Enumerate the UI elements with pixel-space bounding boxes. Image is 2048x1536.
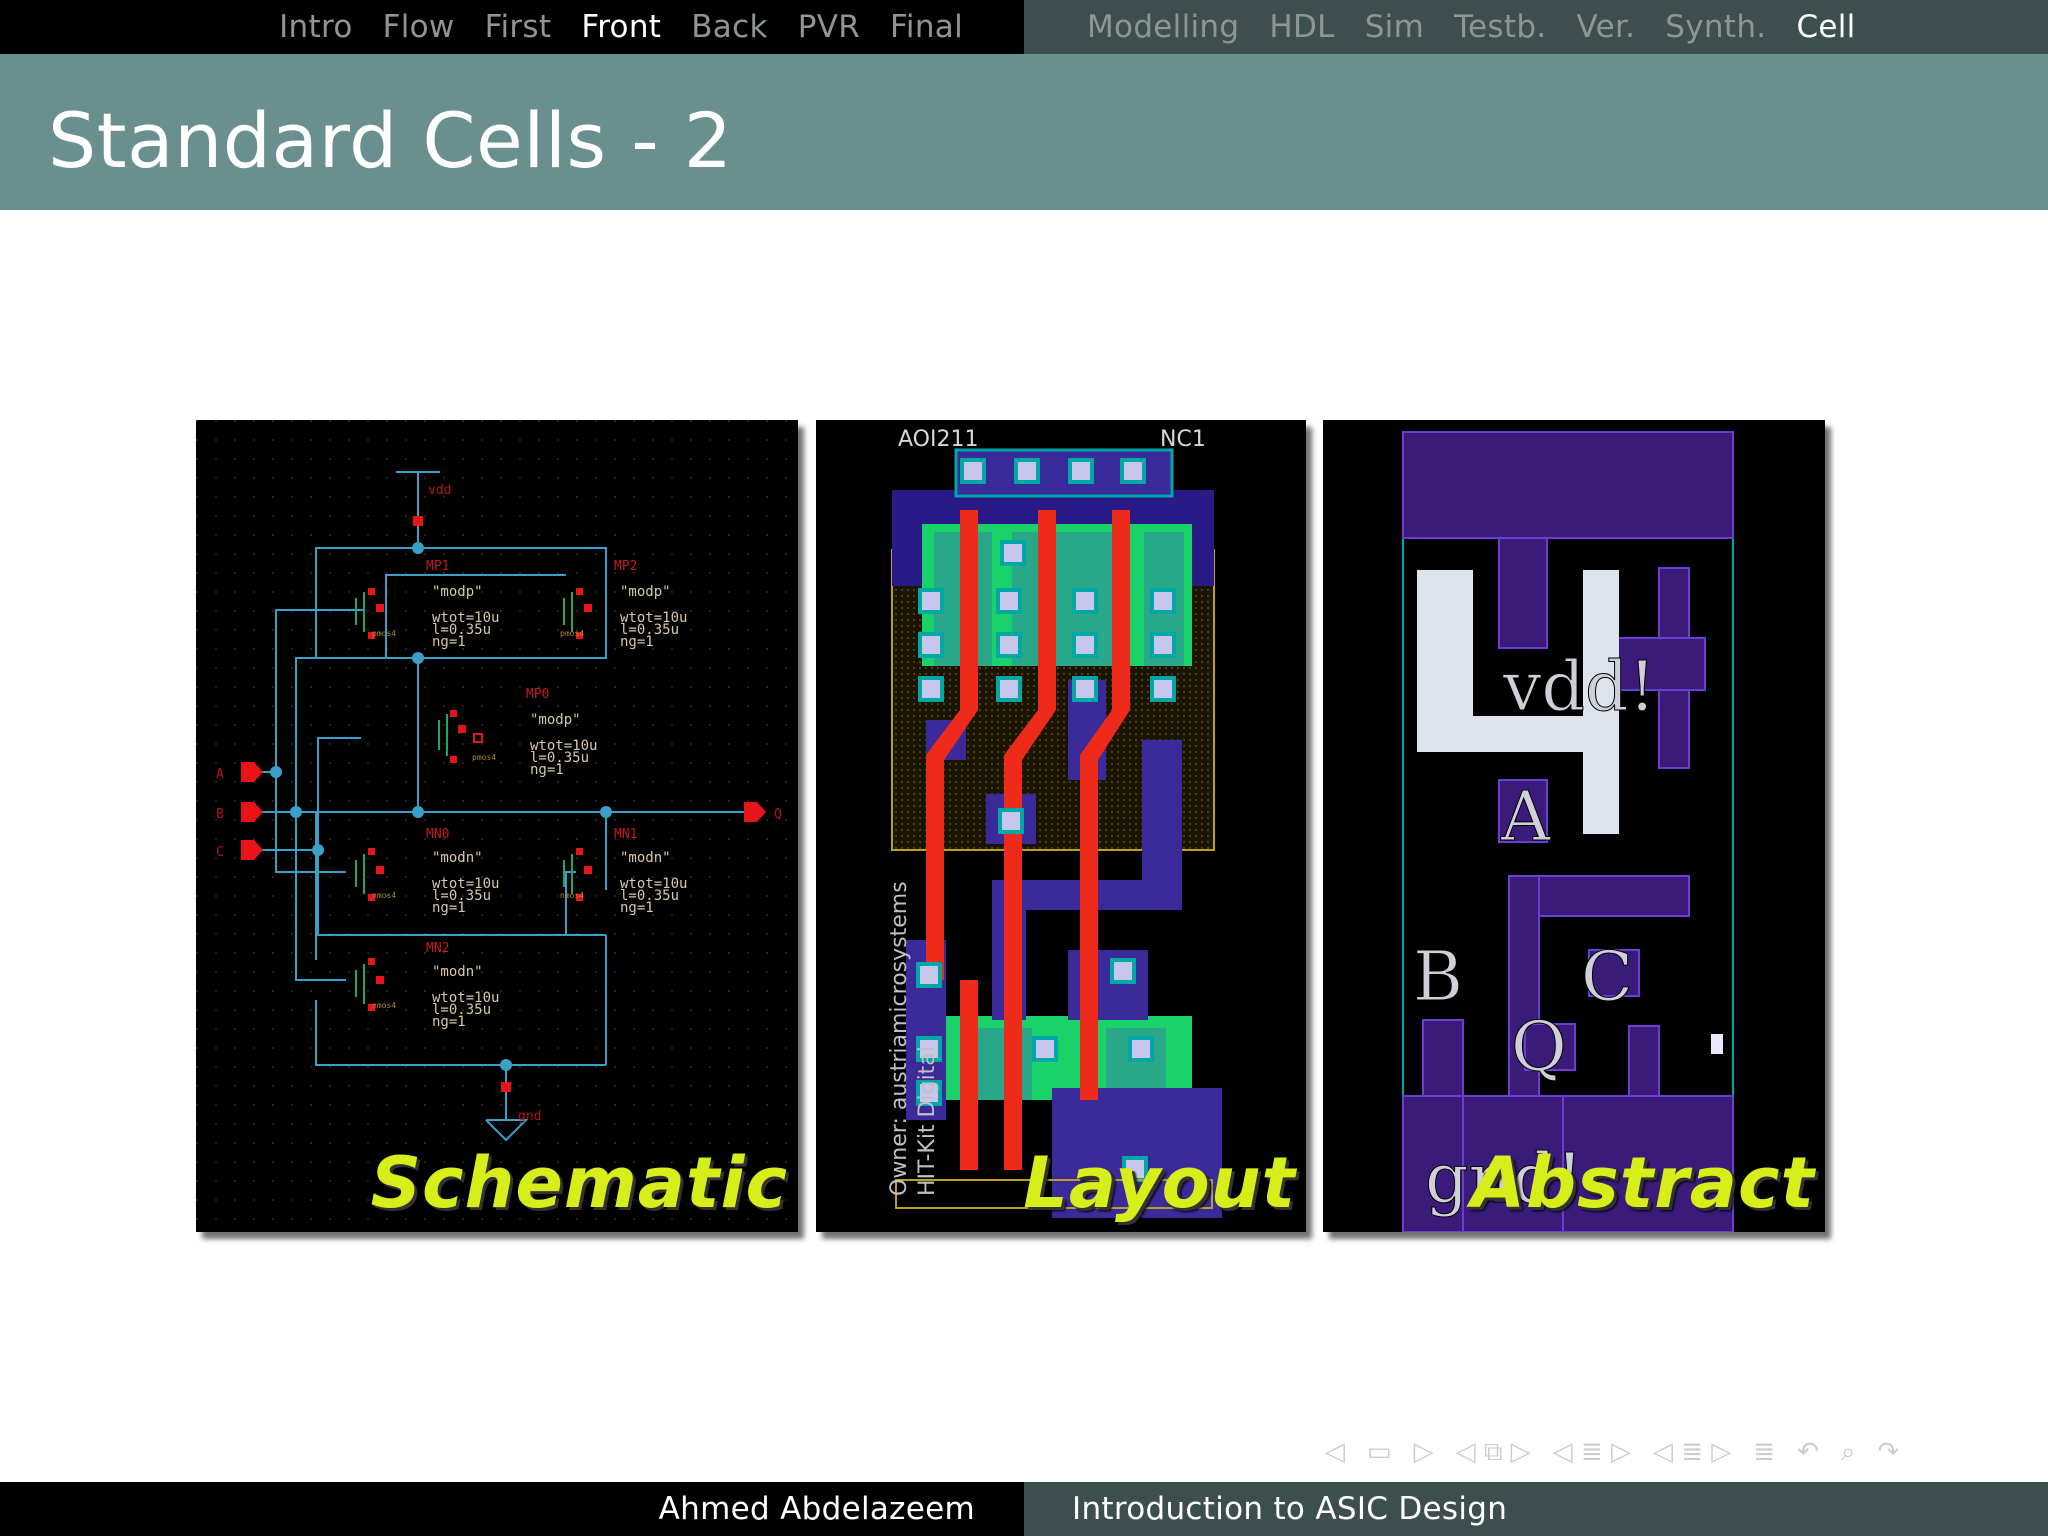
- svg-text:"modn": "modn": [432, 964, 483, 980]
- section-nav-left: Intro Flow First Front Back PVR Final: [0, 0, 1024, 54]
- nav-section-intro[interactable]: Intro: [279, 9, 352, 45]
- svg-text:pmos4: pmos4: [472, 753, 496, 762]
- marker: [1711, 1034, 1723, 1054]
- vdd-label: vdd: [428, 483, 451, 498]
- nav-section-back[interactable]: Back: [691, 9, 767, 45]
- kit-label: HIT-Kit Digital: [915, 1046, 940, 1196]
- svg-text:nmos4: nmos4: [560, 891, 584, 900]
- b-pin-label: B: [1413, 938, 1463, 1017]
- layout-drawing: AOI211 NC1 Owner: austriamicrosystems HI…: [887, 427, 1222, 1218]
- frame-icon[interactable]: ▭: [1367, 1437, 1392, 1467]
- mn1-label: MN1: [614, 827, 637, 842]
- nav-subsection-ver[interactable]: Ver.: [1576, 9, 1635, 45]
- svg-text:pmos4: pmos4: [560, 629, 584, 638]
- outline-icon[interactable]: ◁ ≣ ▷: [1653, 1437, 1731, 1467]
- redo-icon[interactable]: ↷: [1877, 1437, 1899, 1467]
- nav-subsection-cell[interactable]: Cell: [1796, 9, 1855, 45]
- corner-label: NC1: [1160, 427, 1206, 452]
- frame-title-band: Standard Cells - 2: [0, 54, 2048, 210]
- beamer-navigation-symbols: ◁ ▭ ▷ ◁ ⧉ ▷ ◁ ≣ ▷ ◁ ≣ ▷ ≣ ↶ ⌕ ↷: [1325, 1432, 2025, 1472]
- nav-section-front[interactable]: Front: [581, 9, 661, 45]
- grid-dots: [196, 420, 798, 1232]
- nav-subsection-modelling[interactable]: Modelling: [1087, 9, 1239, 45]
- owner-label: Owner: austriamicrosystems: [887, 881, 912, 1196]
- nav-section-flow[interactable]: Flow: [383, 9, 455, 45]
- schematic-caption: Schematic: [370, 1142, 788, 1224]
- svg-text:nmos4: nmos4: [372, 891, 396, 900]
- svg-text:ng=1: ng=1: [620, 634, 654, 650]
- abstract-drawing: vdd! A B C Q gnd!: [1402, 431, 1734, 1232]
- q-pin-label: Q: [1511, 1008, 1567, 1087]
- nav-section-final[interactable]: Final: [890, 9, 963, 45]
- mn0-label: MN0: [426, 827, 449, 842]
- layout-figure: AOI211 NC1 Owner: austriamicrosystems HI…: [816, 420, 1306, 1232]
- list-icon[interactable]: ≣: [1753, 1437, 1775, 1467]
- c-pin-label: C: [1581, 938, 1633, 1017]
- svg-text:ng=1: ng=1: [432, 900, 466, 916]
- section-icon[interactable]: ◁ ≣ ▷: [1553, 1437, 1631, 1467]
- svg-text:"modn": "modn": [620, 850, 671, 866]
- svg-text:ng=1: ng=1: [530, 762, 564, 778]
- svg-text:"modp": "modp": [620, 584, 671, 600]
- subsection-icon[interactable]: ◁ ⧉ ▷: [1456, 1437, 1531, 1468]
- nav-subsection-hdl[interactable]: HDL: [1269, 9, 1334, 45]
- footer-author-box: Ahmed Abdelazeem: [0, 1482, 1024, 1536]
- abstract-caption: Abstract: [1470, 1142, 1815, 1224]
- output-q-label: Q: [774, 807, 782, 822]
- input-a-label: A: [216, 767, 224, 782]
- mp2-label: MP2: [614, 559, 637, 574]
- svg-text:nmos4: nmos4: [372, 1001, 396, 1010]
- abstract-figure: vdd! A B C Q gnd! Abstract: [1323, 420, 1825, 1232]
- nav-subsection-synth[interactable]: Synth.: [1665, 9, 1766, 45]
- input-c-label: C: [216, 845, 224, 860]
- arrow-left-icon[interactable]: ◁: [1325, 1437, 1345, 1467]
- nav-subsection-sim[interactable]: Sim: [1365, 9, 1424, 45]
- footer-bar: Ahmed Abdelazeem Introduction to ASIC De…: [0, 1482, 2048, 1536]
- footer-author: Ahmed Abdelazeem: [658, 1491, 975, 1527]
- svg-text:ng=1: ng=1: [432, 1014, 466, 1030]
- undo-icon[interactable]: ↶: [1797, 1437, 1819, 1467]
- top-navigation: Intro Flow First Front Back PVR Final Mo…: [0, 0, 2048, 54]
- nav-section-pvr[interactable]: PVR: [798, 9, 860, 45]
- nav-subsection-testb[interactable]: Testb.: [1454, 9, 1546, 45]
- footer-talk-title: Introduction to ASIC Design: [1072, 1491, 1508, 1527]
- layout-caption: Layout: [1023, 1142, 1296, 1224]
- a-pin-label: A: [1500, 778, 1551, 857]
- footer-title-box: Introduction to ASIC Design: [1024, 1482, 2048, 1536]
- svg-text:"modp": "modp": [432, 584, 483, 600]
- input-b-label: B: [216, 807, 224, 822]
- svg-text:"modp": "modp": [530, 712, 581, 728]
- schematic-drawing: vdd gnd A B C Q MP1 MP2 MP0 MN0 MN1 MN2 …: [196, 420, 798, 1232]
- mp0-label: MP0: [526, 687, 549, 702]
- arrow-right-icon[interactable]: ▷: [1414, 1437, 1434, 1467]
- mn2-label: MN2: [426, 941, 449, 956]
- svg-text:ng=1: ng=1: [620, 900, 654, 916]
- nav-section-first[interactable]: First: [485, 9, 552, 45]
- svg-text:"modn": "modn": [432, 850, 483, 866]
- vdd-pin-label: vdd!: [1502, 648, 1656, 727]
- svg-text:pmos4: pmos4: [372, 629, 396, 638]
- svg-text:ng=1: ng=1: [432, 634, 466, 650]
- gnd-label: gnd: [518, 1109, 541, 1124]
- search-icon[interactable]: ⌕: [1841, 1437, 1856, 1468]
- schematic-figure: vdd gnd A B C Q MP1 MP2 MP0 MN0 MN1 MN2 …: [196, 420, 798, 1232]
- frame-title: Standard Cells - 2: [48, 96, 733, 185]
- mp1-label: MP1: [426, 559, 449, 574]
- subsection-nav-right: Modelling HDL Sim Testb. Ver. Synth. Cel…: [1024, 0, 2048, 54]
- cell-name-label: AOI211: [898, 427, 978, 452]
